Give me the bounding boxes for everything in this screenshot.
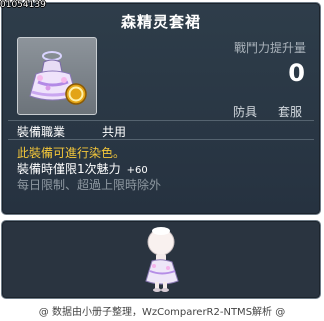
tag-outfit: 套服	[278, 105, 303, 119]
job-value: 共用	[102, 125, 127, 139]
job-label: 裝備職業	[17, 125, 66, 139]
charm-description: 裝備時僅限1次魅力 +60	[17, 160, 148, 177]
avatar-preview-panel	[1, 220, 321, 299]
item-tooltip: 森精灵套裙 戰鬥力提升量 0 防具 套服 裝備職業 共用 此裝備可進行染色。 裝…	[1, 2, 321, 215]
limit-description: 每日限制、超過上限時除外	[17, 178, 162, 192]
charm-bonus: +60	[126, 165, 148, 176]
charm-text: 裝備時僅限1次魅力	[17, 162, 121, 176]
combat-power-value: 0	[288, 59, 305, 87]
dress-icon	[29, 51, 87, 105]
item-icon-frame	[17, 37, 97, 115]
combat-power-label: 戰鬥力提升量	[233, 41, 306, 55]
divider	[8, 139, 314, 140]
footer-credit: @ 数据由小册子整理，WzComparerR2-NTMS解析 @	[38, 307, 286, 318]
divider	[8, 120, 314, 121]
tag-armor: 防具	[233, 105, 258, 119]
item-id: 01054139	[0, 0, 46, 10]
dye-description: 此裝備可進行染色。	[17, 146, 126, 160]
avatar-preview	[145, 227, 179, 292]
item-title: 森精灵套裙	[120, 13, 201, 31]
